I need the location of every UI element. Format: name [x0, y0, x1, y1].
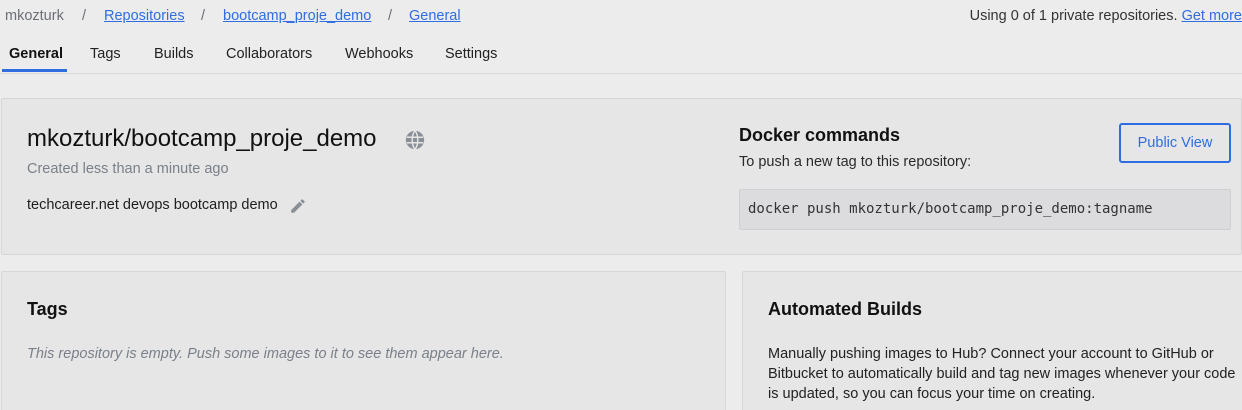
- globe-icon: [405, 130, 425, 150]
- automated-builds-description: Manually pushing images to Hub? Connect …: [768, 346, 1236, 402]
- automated-builds-heading: Automated Builds: [768, 299, 923, 319]
- private-repo-usage: Using 0 of 1 private repositories. Get m…: [970, 8, 1242, 24]
- repo-description: techcareer.net devops bootcamp demo: [27, 197, 278, 213]
- tags-panel: Tags This repository is empty. Push some…: [1, 271, 726, 410]
- tab-webhooks[interactable]: Webhooks: [345, 46, 413, 62]
- active-tab-indicator: [2, 69, 67, 72]
- breadcrumb-repo-link[interactable]: bootcamp_proje_demo: [223, 8, 371, 24]
- public-view-button[interactable]: Public View: [1119, 123, 1231, 163]
- pencil-icon[interactable]: [289, 197, 307, 215]
- automated-builds-panel: Automated Builds Manually pushing images…: [742, 271, 1242, 410]
- breadcrumb-separator: /: [201, 8, 206, 24]
- breadcrumb-user: mkozturk: [5, 8, 64, 24]
- breadcrumb-general-link[interactable]: General: [409, 8, 461, 24]
- tags-heading: Tags: [27, 299, 68, 319]
- tab-tags[interactable]: Tags: [90, 46, 121, 62]
- docker-push-command[interactable]: docker push mkozturk/bootcamp_proje_demo…: [739, 189, 1231, 230]
- tab-collaborators[interactable]: Collaborators: [226, 46, 312, 62]
- get-more-link[interactable]: Get more: [1182, 8, 1242, 24]
- top-breadcrumb-bar: mkozturk / Repositories / bootcamp_proje…: [0, 0, 1242, 34]
- tab-general[interactable]: General: [9, 46, 63, 62]
- tags-empty-message: This repository is empty. Push some imag…: [27, 346, 504, 362]
- breadcrumb-separator: /: [388, 8, 393, 24]
- repo-title: mkozturk/bootcamp_proje_demo: [27, 125, 377, 152]
- breadcrumb-separator: /: [82, 8, 87, 24]
- tab-builds[interactable]: Builds: [154, 46, 194, 62]
- tab-settings[interactable]: Settings: [445, 46, 497, 62]
- breadcrumb-repositories-link[interactable]: Repositories: [104, 8, 185, 24]
- repo-created-time: Created less than a minute ago: [27, 161, 229, 177]
- docker-commands-heading: Docker commands: [739, 125, 901, 145]
- repo-tabs: General Tags Builds Collaborators Webhoo…: [0, 36, 1242, 74]
- docker-commands-subtitle: To push a new tag to this repository:: [739, 154, 972, 170]
- usage-text: Using 0 of 1 private repositories.: [969, 8, 1178, 24]
- repo-info-panel: mkozturk/bootcamp_proje_demo Created les…: [1, 98, 1242, 255]
